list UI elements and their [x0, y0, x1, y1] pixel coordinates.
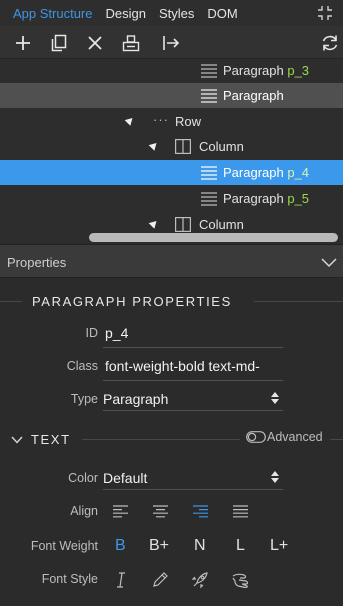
id-label: ID	[85, 326, 99, 340]
field-underline	[103, 410, 283, 411]
divider	[330, 439, 343, 440]
collapse-panel-icon[interactable]	[317, 5, 333, 21]
type-select[interactable]: Paragraph	[103, 391, 263, 407]
font-weight-bolder-button[interactable]: B+	[149, 537, 169, 555]
paragraph-icon	[201, 64, 217, 78]
paragraph-icon	[201, 166, 217, 180]
id-field[interactable]: p_4	[105, 325, 283, 341]
tree-row-row[interactable]: ··· Row	[0, 109, 343, 134]
tab-dom[interactable]: DOM	[207, 6, 237, 21]
select-arrows-icon[interactable]	[271, 392, 279, 404]
class-label: Class	[66, 359, 98, 373]
section-title-text: TEXT	[31, 432, 71, 447]
color-select[interactable]: Default	[103, 470, 263, 486]
field-underline	[103, 347, 283, 348]
tab-design[interactable]: Design	[106, 6, 146, 21]
color-label: Color	[68, 471, 98, 485]
select-arrows-icon[interactable]	[271, 471, 279, 483]
tree-row-label: Paragraph	[223, 63, 284, 78]
tree-row-paragraph[interactable]: Paragraph	[0, 83, 343, 108]
top-tab-bar: App Structure Design Styles DOM	[0, 0, 343, 26]
properties-title: Properties	[7, 255, 67, 270]
align-justify-icon[interactable]	[233, 505, 248, 518]
hand-stop-icon[interactable]	[231, 571, 251, 589]
collapse-triangle-icon[interactable]	[124, 115, 136, 126]
duplicate-icon[interactable]	[49, 33, 69, 53]
ellipsis-icon: ···	[153, 112, 169, 127]
add-icon[interactable]	[13, 33, 33, 53]
align-label: Align	[70, 504, 98, 518]
align-right-icon[interactable]	[193, 505, 208, 518]
tree-row-label: Column	[199, 139, 244, 154]
align-center-icon[interactable]	[153, 505, 168, 518]
tree-row-column[interactable]: Column	[0, 134, 343, 159]
font-weight-label: Font Weight	[30, 539, 98, 553]
field-underline	[103, 380, 283, 381]
column-icon	[175, 139, 191, 154]
component-library-icon[interactable]	[121, 33, 141, 53]
advanced-toggle-label[interactable]: Advanced	[267, 430, 323, 444]
toggle-switch-icon[interactable]	[246, 431, 266, 443]
rocket-icon[interactable]	[191, 571, 209, 589]
field-underline	[103, 489, 283, 490]
tree-row-label: Paragraph	[223, 88, 284, 103]
font-style-label: Font Style	[41, 572, 98, 586]
font-weight-lighter-button[interactable]: L+	[270, 537, 288, 555]
properties-header[interactable]: Properties	[0, 244, 343, 278]
divider	[0, 301, 22, 302]
chevron-down-icon[interactable]	[321, 254, 337, 270]
tree-horizontal-scrollbar[interactable]	[89, 233, 338, 242]
tab-app-structure[interactable]: App Structure	[13, 6, 93, 21]
type-label: Type	[70, 392, 98, 406]
tree-row-paragraph-p4[interactable]: Paragraph p_4	[0, 160, 343, 185]
divider	[82, 439, 240, 440]
column-icon	[175, 217, 191, 232]
section-title-paragraph-properties: PARAGRAPH PROPERTIES	[32, 294, 232, 309]
export-arrow-icon[interactable]	[161, 33, 181, 53]
divider	[254, 301, 343, 302]
refresh-icon[interactable]	[320, 33, 340, 53]
delete-icon[interactable]	[85, 33, 105, 53]
class-field[interactable]: font-weight-bold text-md-	[105, 358, 283, 374]
collapse-triangle-icon[interactable]	[148, 140, 160, 151]
app-structure-tree: Paragraph p_3 Paragraph ··· Row Column P…	[0, 59, 343, 243]
tree-row-paragraph-p3[interactable]: Paragraph p_3	[0, 59, 343, 83]
italic-icon[interactable]	[114, 571, 128, 589]
tree-row-id: p_4	[287, 165, 310, 180]
collapse-triangle-icon[interactable]	[148, 218, 160, 229]
tree-row-label: Paragraph	[223, 191, 284, 206]
structure-toolbar	[0, 26, 343, 59]
align-left-icon[interactable]	[113, 505, 128, 518]
font-weight-light-button[interactable]: L	[236, 537, 245, 555]
font-weight-normal-button[interactable]: N	[194, 537, 206, 555]
chevron-down-icon[interactable]	[11, 436, 23, 444]
tree-row-label: Row	[175, 114, 202, 129]
font-weight-bold-button[interactable]: B	[115, 537, 126, 555]
tree-row-id: p_3	[287, 63, 310, 78]
paragraph-icon	[201, 89, 217, 103]
paragraph-icon	[201, 192, 217, 206]
tree-row-label: Column	[199, 217, 244, 232]
tree-row-label: Paragraph	[223, 165, 284, 180]
tree-row-paragraph-p5[interactable]: Paragraph p_5	[0, 186, 343, 211]
pencil-icon[interactable]	[151, 571, 169, 589]
tab-styles[interactable]: Styles	[159, 6, 194, 21]
tree-row-id: p_5	[287, 191, 310, 206]
